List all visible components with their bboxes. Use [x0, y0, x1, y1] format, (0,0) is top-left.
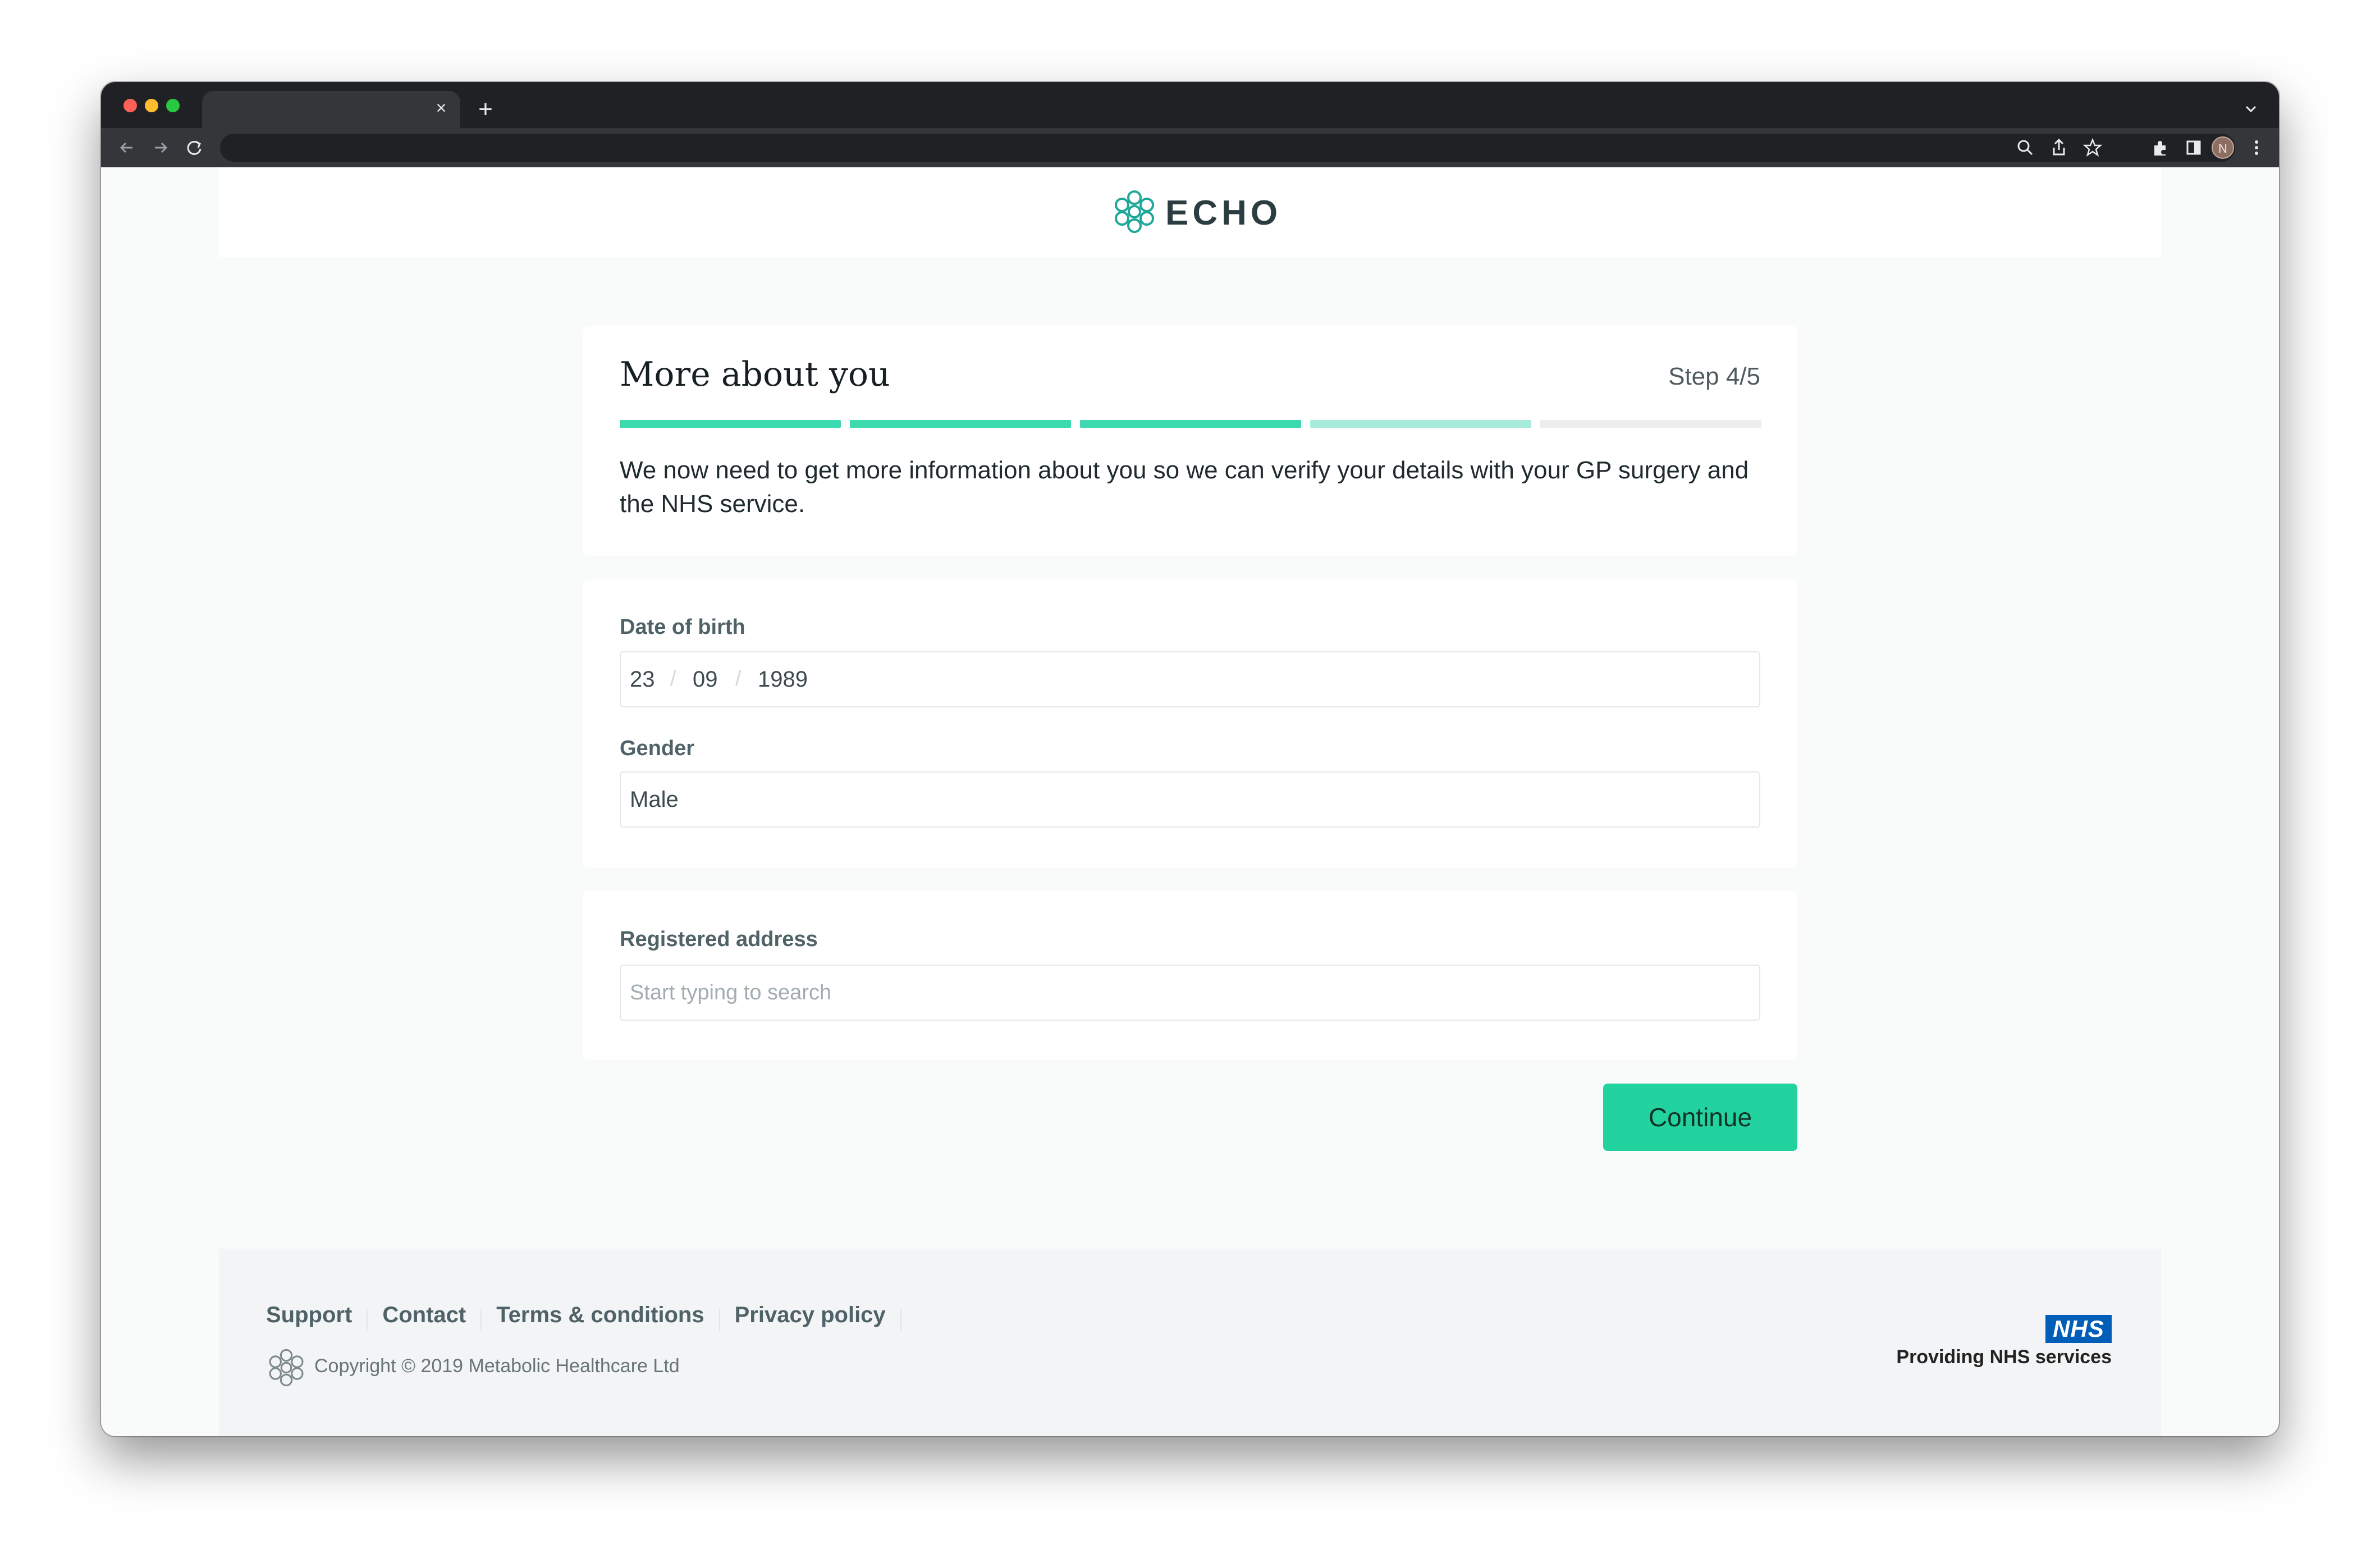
nhs-text: Providing NHS services — [1896, 1346, 2112, 1368]
echo-flower-icon — [269, 1349, 304, 1387]
page-viewport: ECHO More about you Step 4/5 We now need… — [101, 167, 2279, 1436]
footer-divider — [718, 1308, 720, 1331]
new-tab-button[interactable]: + — [472, 95, 500, 124]
brand-name: ECHO — [1165, 194, 1282, 232]
dob-year[interactable]: 1989 — [758, 667, 808, 692]
minimize-window-button[interactable] — [145, 99, 158, 112]
personal-details-card: Date of birth 23 / 09 / 1989 Gender Male — [583, 579, 1797, 868]
address-label: Registered address — [620, 928, 818, 951]
dob-day[interactable]: 23 — [630, 667, 655, 692]
page-title: More about you — [620, 355, 890, 394]
browser-toolbar: N — [101, 128, 2279, 167]
maximize-window-button[interactable] — [166, 99, 180, 112]
bookmark-star-icon[interactable] — [2080, 135, 2105, 160]
forward-arrow-icon[interactable] — [148, 135, 173, 160]
address-card: Registered address — [583, 890, 1797, 1060]
dob-field[interactable]: 23 / 09 / 1989 — [620, 651, 1760, 707]
address-bar[interactable] — [220, 134, 2235, 162]
site-footer: Support Contact Terms & conditions Privacy … — [219, 1249, 2161, 1436]
progress-segment — [1540, 420, 1761, 428]
dob-separator: / — [735, 667, 742, 691]
share-icon[interactable] — [2047, 135, 2071, 160]
address-search-input[interactable] — [621, 966, 1759, 1020]
footer-divider — [900, 1308, 901, 1331]
footer-link-contact[interactable]: Contact — [382, 1303, 466, 1328]
close-tab-icon[interactable]: × — [430, 97, 452, 119]
footer-link-terms[interactable]: Terms & conditions — [496, 1303, 704, 1328]
nhs-logo: NHS — [2045, 1315, 2112, 1343]
zoom-icon[interactable] — [2013, 135, 2038, 160]
step-progress-bar — [620, 420, 1761, 428]
footer-divider — [480, 1308, 482, 1331]
progress-segment — [850, 420, 1071, 428]
extensions-icon[interactable] — [2148, 135, 2172, 160]
progress-segment — [620, 420, 841, 428]
browser-window: × + N ECHO More about you Step 4/5 We no… — [101, 82, 2279, 1436]
gender-select[interactable]: Male — [620, 771, 1760, 828]
address-field[interactable] — [620, 965, 1760, 1021]
profile-avatar[interactable]: N — [2212, 136, 2234, 159]
step-description: We now need to get more information abou… — [620, 456, 1749, 518]
side-panel-icon[interactable] — [2181, 135, 2206, 160]
reload-icon[interactable] — [182, 135, 207, 160]
footer-link-support[interactable]: Support — [266, 1303, 352, 1328]
progress-segment — [1080, 420, 1301, 428]
more-menu-icon[interactable] — [2244, 135, 2269, 160]
footer-divider — [367, 1308, 368, 1331]
back-arrow-icon[interactable] — [115, 135, 139, 160]
step-card: More about you Step 4/5 We now need to g… — [583, 326, 1797, 556]
close-window-button[interactable] — [123, 99, 137, 112]
echo-flower-icon — [1115, 190, 1154, 233]
site-header: ECHO — [219, 167, 2161, 257]
footer-links: Support Contact Terms & conditions Privacy … — [266, 1303, 916, 1331]
dob-label: Date of birth — [620, 615, 745, 639]
dob-separator: / — [670, 667, 676, 691]
step-indicator: Step 4/5 — [1668, 363, 1760, 390]
nhs-badge: NHS Providing NHS services — [1876, 1315, 2112, 1377]
continue-button[interactable]: Continue — [1603, 1084, 1797, 1151]
gender-value: Male — [630, 787, 679, 812]
dob-month[interactable]: 09 — [693, 667, 718, 692]
footer-link-privacy[interactable]: Privacy policy — [735, 1303, 886, 1328]
gender-label: Gender — [620, 737, 695, 760]
chevron-down-icon[interactable] — [2240, 98, 2262, 120]
progress-segment — [1310, 420, 1531, 428]
browser-tab[interactable]: × — [202, 91, 460, 128]
copyright-text: Copyright © 2019 Metabolic Healthcare Lt… — [314, 1355, 680, 1377]
browser-tab-bar: × + — [101, 82, 2279, 128]
